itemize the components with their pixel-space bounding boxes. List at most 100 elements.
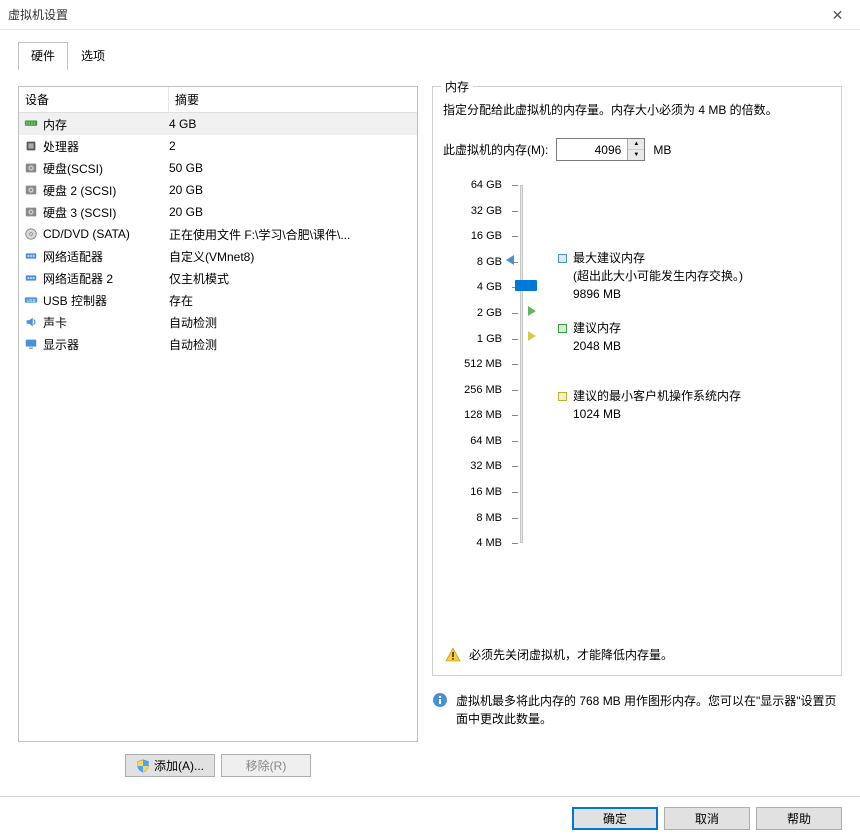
table-row[interactable]: 硬盘 3 (SCSI) 20 GB	[19, 201, 417, 223]
device-label: USB 控制器	[43, 292, 107, 309]
remove-button: 移除(R)	[221, 754, 311, 777]
slider-track-wrap[interactable]	[508, 179, 538, 549]
cancel-button[interactable]: 取消	[664, 807, 750, 830]
tab-options[interactable]: 选项	[68, 42, 118, 70]
slider-thumb[interactable]	[515, 280, 537, 291]
tick-label: 256 MB	[443, 384, 502, 396]
warn-row: 必须先关闭虚拟机，才能降低内存量。	[445, 646, 673, 663]
table-row[interactable]: 硬盘(SCSI) 50 GB	[19, 157, 417, 179]
remove-button-label: 移除(R)	[246, 757, 287, 774]
memory-input-label: 此虚拟机的内存(M):	[443, 141, 548, 158]
titlebar: 虚拟机设置 ✕	[0, 0, 860, 30]
info-text: 虚拟机最多将此内存的 768 MB 用作图形内存。您可以在"显示器"设置页面中更…	[456, 692, 842, 728]
net-icon	[23, 249, 39, 263]
help-button[interactable]: 帮助	[756, 807, 842, 830]
left-actions: 添加(A)... 移除(R)	[18, 754, 418, 777]
tick-mark	[512, 236, 518, 237]
tick-mark	[512, 211, 518, 212]
spin-up-button[interactable]: ▲	[628, 139, 644, 150]
min-marker-icon	[528, 331, 536, 341]
info-icon	[432, 692, 448, 708]
tab-hardware[interactable]: 硬件	[18, 42, 68, 70]
tick-mark	[512, 339, 518, 340]
tick-label: 16 GB	[443, 230, 502, 242]
device-label: 网络适配器 2	[43, 270, 113, 287]
spin-down-button[interactable]: ▼	[628, 150, 644, 161]
cpu-icon	[23, 139, 39, 153]
memory-fieldset: 内存 指定分配给此虚拟机的内存量。内存大小必须为 4 MB 的倍数。 此虚拟机的…	[432, 86, 842, 676]
device-summary: 自定义(VMnet8)	[169, 248, 413, 265]
table-row[interactable]: 显示器自动检测	[19, 333, 417, 355]
table-row[interactable]: 内存 4 GB	[19, 113, 417, 135]
device-label: 声卡	[43, 314, 67, 331]
table-row[interactable]: 网络适配器 自定义(VMnet8)	[19, 245, 417, 267]
table-row[interactable]: 网络适配器 2仅主机模式	[19, 267, 417, 289]
cancel-label: 取消	[695, 810, 719, 827]
device-label: 硬盘(SCSI)	[43, 160, 103, 177]
square-blue-icon	[558, 254, 567, 263]
device-label: 显示器	[43, 336, 79, 353]
tick-mark	[512, 466, 518, 467]
rec-max-value: 9896 MB	[558, 285, 831, 303]
memory-legend: 内存	[441, 78, 473, 95]
device-summary: 20 GB	[169, 205, 413, 219]
slider-track	[520, 185, 523, 543]
net-icon	[23, 271, 39, 285]
device-label: 网络适配器	[43, 248, 103, 265]
tick-mark	[512, 390, 518, 391]
add-button-label: 添加(A)...	[154, 757, 204, 774]
table-row[interactable]: 硬盘 2 (SCSI)20 GB	[19, 179, 417, 201]
tick-mark	[512, 518, 518, 519]
tick-mark	[512, 313, 518, 314]
th-device[interactable]: 设备	[19, 87, 169, 112]
memory-slider-area: 64 GB32 GB16 GB8 GB4 GB2 GB1 GB512 MB256…	[443, 179, 831, 549]
tabs: 硬件 选项	[0, 30, 860, 70]
table-row[interactable]: 处理器2	[19, 135, 417, 157]
rec-suggest-row: 建议内存	[558, 319, 831, 337]
close-button[interactable]: ✕	[815, 0, 860, 30]
table-row[interactable]: USBUSB 控制器存在	[19, 289, 417, 311]
tab-options-label: 选项	[81, 49, 105, 63]
device-summary: 正在使用文件 F:\学习\合肥\课件\...	[169, 226, 413, 243]
th-summary[interactable]: 摘要	[169, 87, 417, 112]
device-summary: 自动检测	[169, 314, 413, 331]
ok-button[interactable]: 确定	[572, 807, 658, 830]
device-label: CD/DVD (SATA)	[43, 227, 130, 241]
device-label: 硬盘 3 (SCSI)	[43, 204, 116, 221]
rec-max-note: (超出此大小可能发生内存交换。)	[558, 267, 831, 285]
device-summary: 4 GB	[169, 117, 413, 131]
tick-mark	[512, 543, 518, 544]
table-row[interactable]: 声卡 自动检测	[19, 311, 417, 333]
device-label: 硬盘 2 (SCSI)	[43, 182, 116, 199]
tick-label: 1 GB	[443, 333, 502, 345]
warn-text: 必须先关闭虚拟机，才能降低内存量。	[469, 646, 673, 663]
device-summary: 2	[169, 139, 413, 153]
sound-icon	[23, 315, 39, 329]
tick-label: 32 MB	[443, 460, 502, 472]
tick-label: 8 MB	[443, 512, 502, 524]
warning-icon	[445, 647, 461, 663]
rec-max-row: 最大建议内存	[558, 249, 831, 267]
memory-unit: MB	[653, 143, 671, 157]
tab-hardware-label: 硬件	[31, 49, 55, 63]
ok-label: 确定	[603, 810, 627, 827]
tick-mark	[512, 441, 518, 442]
device-summary: 50 GB	[169, 161, 413, 175]
tick-label: 512 MB	[443, 358, 502, 370]
disk-icon	[23, 205, 39, 219]
tick-label: 4 MB	[443, 537, 502, 549]
help-label: 帮助	[787, 810, 811, 827]
cd-icon	[23, 227, 39, 241]
memory-icon	[23, 117, 39, 131]
memory-value-input[interactable]	[557, 139, 627, 160]
add-button[interactable]: 添加(A)...	[125, 754, 215, 777]
content: 设备 摘要 内存 4 GB 处理器2 硬盘(SCSI) 50 GB 硬盘 2 (SCSI)…	[0, 70, 860, 777]
square-green-icon	[558, 324, 567, 333]
tick-mark	[512, 415, 518, 416]
table-row[interactable]: CD/DVD (SATA) 正在使用文件 F:\学习\合肥\课件\...	[19, 223, 417, 245]
suggest-marker-icon	[528, 306, 536, 316]
display-icon	[23, 337, 39, 351]
device-list: 设备 摘要 内存 4 GB 处理器2 硬盘(SCSI) 50 GB 硬盘 2 (SCSI)…	[18, 86, 418, 742]
disk-icon	[23, 183, 39, 197]
device-label: 内存	[43, 116, 67, 133]
